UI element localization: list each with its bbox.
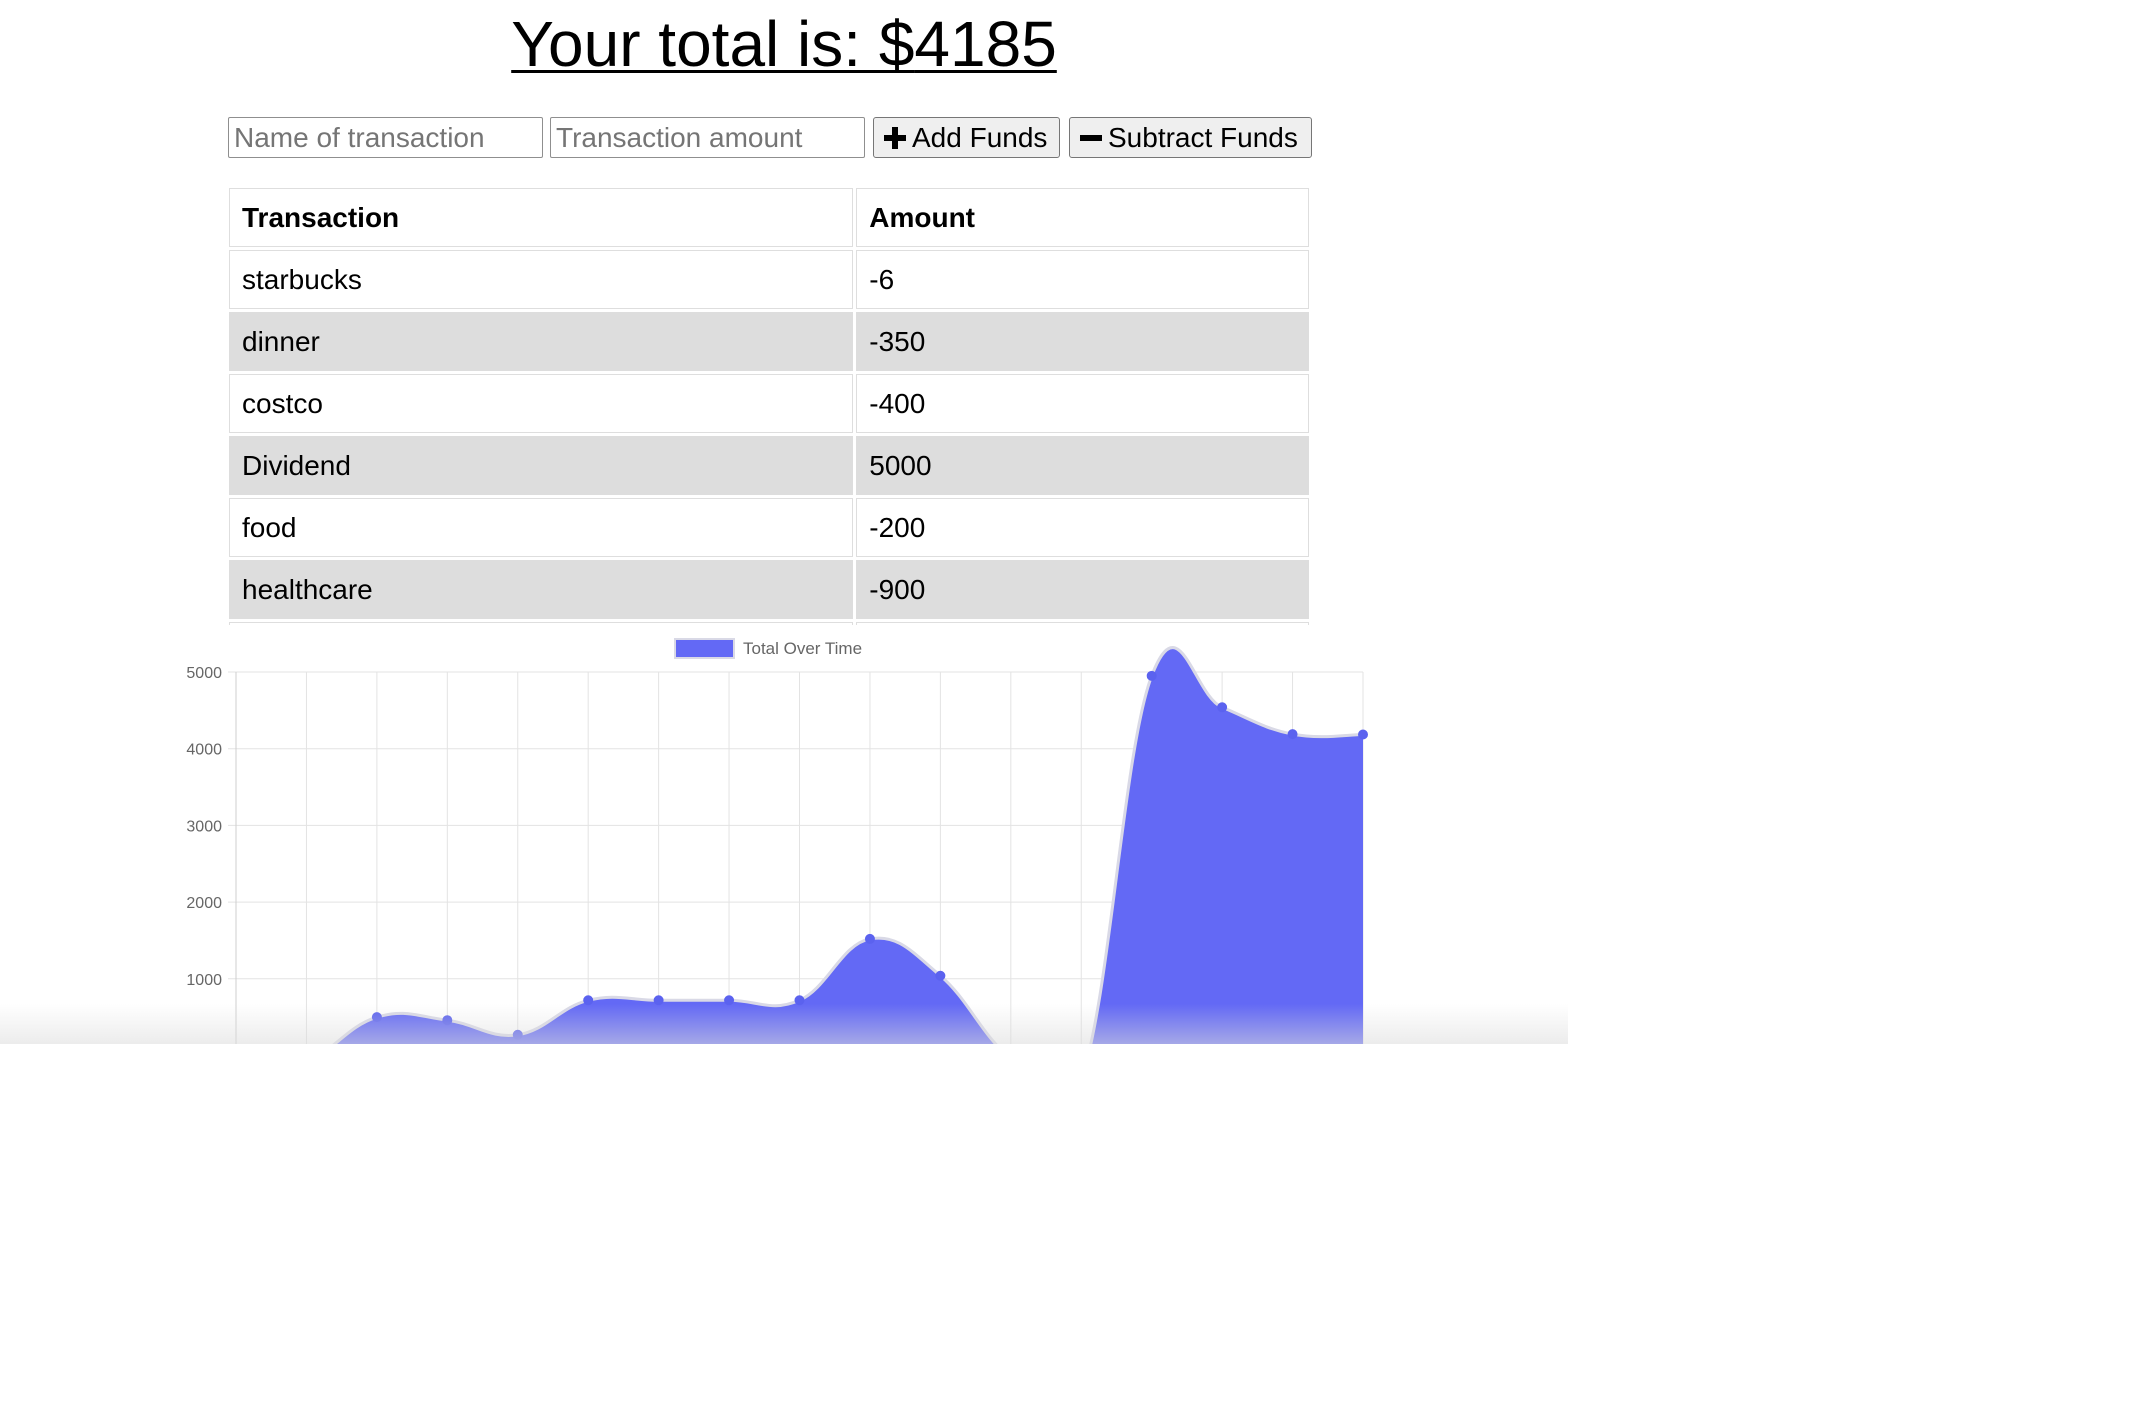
transaction-name-cell: healthcare: [229, 560, 854, 619]
data-point: [935, 970, 946, 981]
data-point: [442, 1015, 453, 1026]
transaction-name-cell: starbucks: [229, 250, 854, 309]
table-row: dinner -350: [229, 312, 1309, 371]
y-tick-label: 4000: [186, 742, 222, 759]
transactions-table-container[interactable]: Transaction Amount starbucks -6 dinner -…: [229, 188, 1312, 625]
column-header-amount: Amount: [856, 188, 1309, 247]
data-point: [864, 933, 875, 944]
transaction-name-cell: food: [229, 498, 854, 557]
transaction-name-cell: costco: [229, 374, 854, 433]
table-header-row: Transaction Amount: [229, 188, 1309, 247]
transaction-amount-input[interactable]: [550, 117, 865, 158]
transaction-amount-cell: -200: [856, 498, 1309, 557]
y-tick-label: 5000: [186, 665, 222, 682]
total-heading: Your total is: $4185: [0, 6, 1568, 82]
data-point: [1217, 702, 1228, 713]
transaction-amount-cell: -350: [856, 312, 1309, 371]
table-row: food -200: [229, 498, 1309, 557]
data-point: [1146, 670, 1157, 681]
table-row: Dividend 5000: [229, 436, 1309, 495]
subtract-funds-label: Subtract Funds: [1108, 121, 1298, 153]
data-point: [371, 1012, 382, 1023]
data-point: [1287, 729, 1298, 740]
transaction-name-input[interactable]: [228, 117, 543, 158]
table-row: healthcare -900: [229, 560, 1309, 619]
transaction-amount-cell: -900: [856, 560, 1309, 619]
chart-legend[interactable]: Total Over Time: [674, 638, 862, 659]
transaction-amount-cell: -6: [856, 250, 1309, 309]
add-funds-label: Add Funds: [912, 121, 1048, 153]
data-point: [583, 995, 594, 1006]
legend-swatch: [674, 638, 735, 659]
y-tick-label: 3000: [186, 818, 222, 835]
data-point: [512, 1029, 523, 1040]
table-row: starbucks -6: [229, 250, 1309, 309]
plus-icon: [884, 126, 906, 149]
legend-label: Total Over Time: [743, 639, 862, 658]
chart-canvas: 1000 2000 3000 4000 5000 Total Over Time: [186, 638, 1368, 1044]
data-point: [1358, 729, 1368, 740]
data-point: [724, 995, 735, 1006]
y-tick-label: 1000: [186, 972, 222, 989]
transaction-name-cell: Dividend: [229, 436, 854, 495]
table-row: costco -400: [229, 374, 1309, 433]
subtract-funds-button[interactable]: Subtract Funds: [1069, 117, 1312, 158]
add-funds-button[interactable]: Add Funds: [873, 117, 1060, 158]
total-value: 4185: [914, 8, 1057, 80]
data-point: [653, 995, 664, 1006]
budget-page: Your total is: $4185 Add Funds Subtract …: [0, 0, 1568, 1044]
chart-y-axis: 1000 2000 3000 4000 5000: [186, 665, 237, 1044]
data-point: [794, 995, 805, 1006]
transaction-amount-cell: -400: [856, 374, 1309, 433]
transactions-table: Transaction Amount starbucks -6 dinner -…: [229, 188, 1312, 625]
column-header-transaction: Transaction: [229, 188, 854, 247]
transaction-amount-cell: 5000: [856, 436, 1309, 495]
transaction-name-cell: dinner: [229, 312, 854, 371]
total-over-time-chart: 1000 2000 3000 4000 5000 Total Over Time: [0, 625, 1568, 1044]
total-label: Your total is: $: [511, 8, 915, 80]
minus-icon: [1080, 134, 1102, 141]
y-tick-label: 2000: [186, 895, 222, 912]
